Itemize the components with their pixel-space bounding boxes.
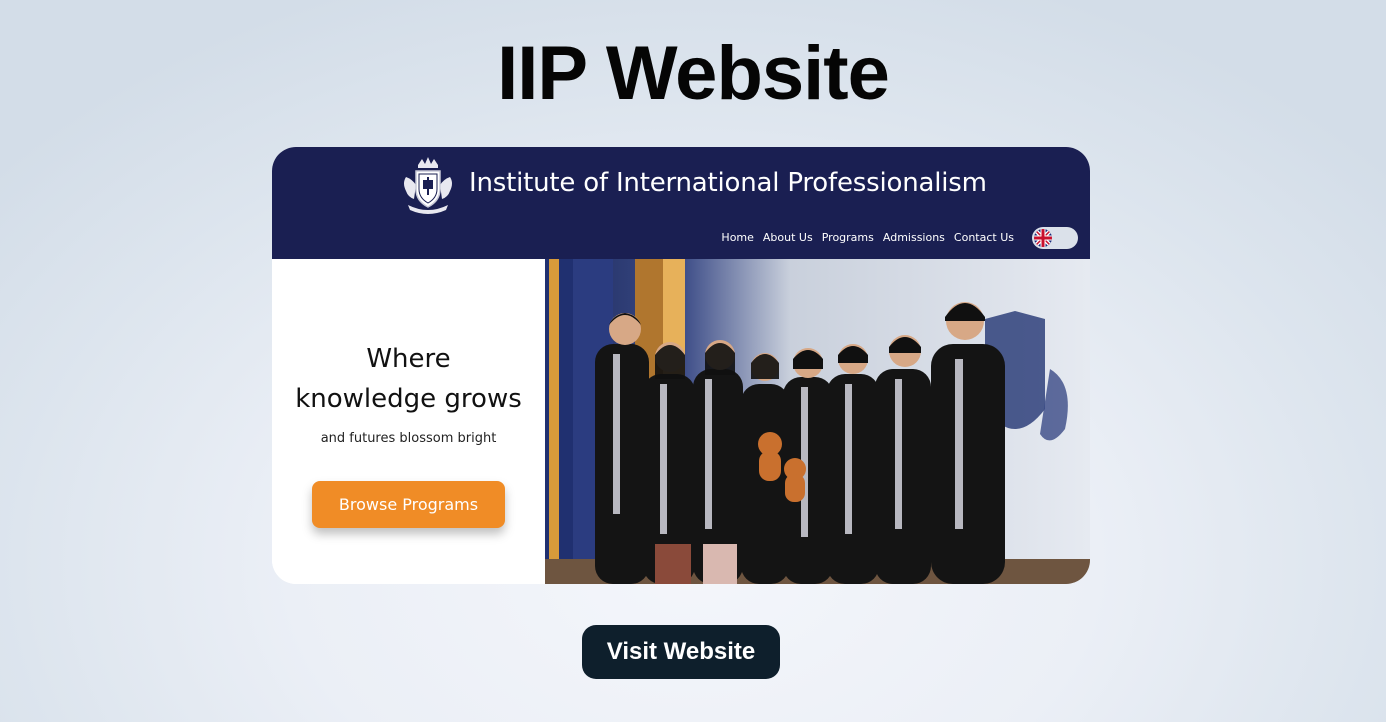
hero-title: Where knowledge grows xyxy=(272,339,545,419)
graduation-photo xyxy=(545,259,1090,584)
site-header: Institute of International Professionali… xyxy=(272,147,1090,259)
hero-title-line-1: Where xyxy=(366,344,451,374)
hero-title-line-2: knowledge grows xyxy=(295,384,522,414)
site-name: Institute of International Professionali… xyxy=(469,168,987,198)
nav-admissions-link[interactable]: Admissions xyxy=(883,231,945,244)
website-preview-card[interactable]: Institute of International Professionali… xyxy=(272,147,1090,584)
nav-contact-link[interactable]: Contact Us xyxy=(954,231,1014,244)
visit-website-button[interactable]: Visit Website xyxy=(582,625,780,679)
hero-subtitle: and futures blossom bright xyxy=(320,431,497,446)
nav-programs-link[interactable]: Programs xyxy=(822,231,874,244)
hero-text-panel: Where knowledge grows and futures blosso… xyxy=(272,259,545,584)
language-toggle[interactable] xyxy=(1032,227,1078,249)
nav-about-link[interactable]: About Us xyxy=(763,231,813,244)
browse-programs-button[interactable]: Browse Programs xyxy=(312,481,505,528)
page-title: IIP Website xyxy=(497,31,890,116)
site-nav: Home About Us Programs Admissions Contac… xyxy=(721,231,1014,244)
nav-home-link[interactable]: Home xyxy=(721,231,753,244)
crest-logo-icon[interactable] xyxy=(398,155,458,217)
uk-flag-icon xyxy=(1034,229,1052,247)
